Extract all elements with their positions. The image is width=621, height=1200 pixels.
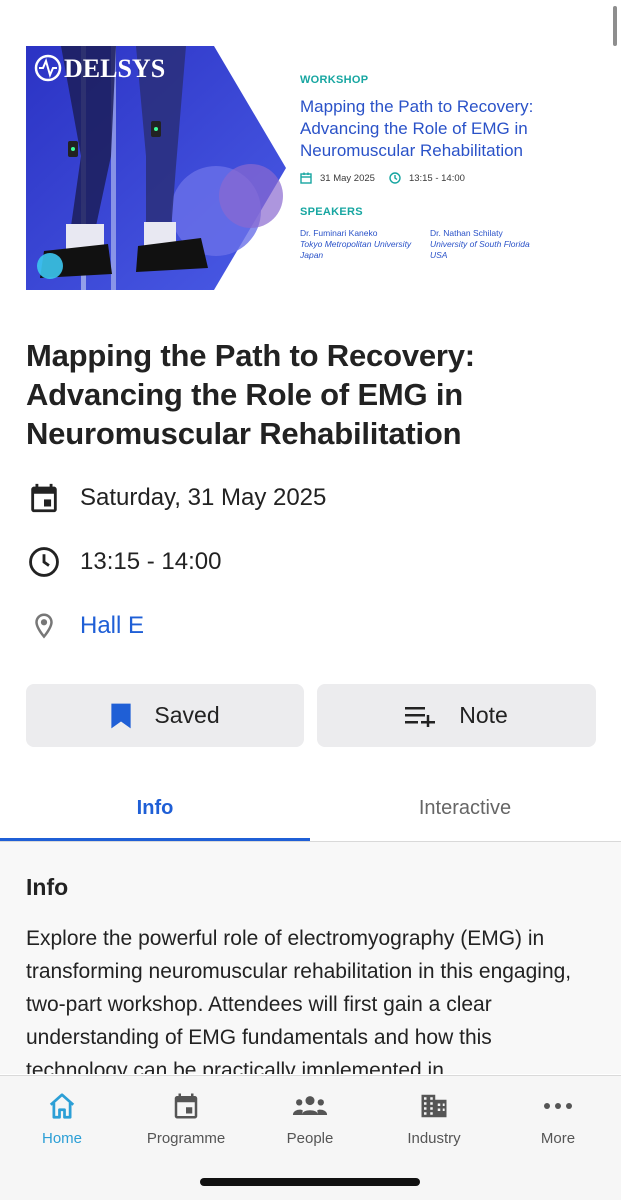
calendar-icon <box>26 480 62 516</box>
add-note-icon <box>405 705 437 727</box>
tab-info[interactable]: Info <box>0 774 310 842</box>
note-button[interactable]: Note <box>317 684 596 747</box>
nav-more[interactable]: More <box>496 1088 620 1147</box>
calendar-icon <box>300 172 312 184</box>
event-time: 13:15 - 14:00 <box>80 548 222 575</box>
bookmark-icon <box>110 702 132 730</box>
tab-interactive[interactable]: Interactive <box>310 774 620 842</box>
nav-people-label: People <box>286 1130 334 1147</box>
speaker-name: Dr. Nathan Schilaty <box>430 228 503 238</box>
banner-date: 31 May 2025 <box>320 172 375 184</box>
speaker-card: Dr. Fuminari Kaneko Tokyo Metropolitan U… <box>300 228 411 261</box>
nav-people[interactable]: People <box>248 1088 372 1147</box>
home-icon <box>44 1088 80 1124</box>
nav-programme-label: Programme <box>146 1130 226 1147</box>
speaker-country: Japan <box>300 250 324 260</box>
svg-text:DELSYS: DELSYS <box>64 54 165 83</box>
speaker-affiliation: Tokyo Metropolitan University <box>300 239 412 249</box>
people-icon <box>292 1088 328 1124</box>
nav-more-label: More <box>540 1130 576 1147</box>
nav-home[interactable]: Home <box>0 1088 124 1147</box>
event-time-row: 13:15 - 14:00 <box>26 544 221 580</box>
more-icon <box>540 1088 576 1124</box>
saved-button-label: Saved <box>154 702 220 728</box>
event-location-row[interactable]: Hall E <box>26 608 144 644</box>
speaker-affiliation: University of South Florida <box>430 239 530 249</box>
banner-photo: DELSYS <box>26 46 286 290</box>
speaker-card: Dr. Nathan Schilaty University of South … <box>430 228 530 261</box>
banner-meta: 31 May 2025 13:15 - 14:00 <box>300 172 465 184</box>
tab-bar: Info Interactive <box>0 774 621 842</box>
note-button-label: Note <box>459 702 508 728</box>
event-location-link[interactable]: Hall E <box>80 612 144 640</box>
banner-text: WORKSHOP Mapping the Path to Recovery: A… <box>300 46 597 290</box>
building-icon <box>416 1088 452 1124</box>
calendar-icon <box>168 1088 204 1124</box>
banner-speakers-label: SPEAKERS <box>300 206 363 218</box>
event-date: Saturday, 31 May 2025 <box>80 484 327 511</box>
info-description: Explore the powerful role of electromyog… <box>26 927 572 1074</box>
clock-icon <box>389 172 401 184</box>
nav-industry-label: Industry <box>407 1130 461 1147</box>
speaker-country: USA <box>430 250 448 260</box>
scrollbar[interactable] <box>613 6 617 46</box>
nav-home-label: Home <box>41 1130 82 1147</box>
event-title: Mapping the Path to Recovery: Advancing … <box>26 338 475 451</box>
info-section: Info Explore the powerful role of electr… <box>0 842 621 1074</box>
clock-icon <box>26 544 62 580</box>
nav-programme[interactable]: Programme <box>124 1088 248 1147</box>
banner-title: Mapping the Path to Recovery: Advancing … <box>300 97 534 160</box>
active-tab-indicator <box>0 838 310 841</box>
event-date-row: Saturday, 31 May 2025 <box>26 480 326 516</box>
event-banner: DELSYS WORKSHOP Mapping the Path to Reco… <box>26 46 597 290</box>
delsys-logo: DELSYS <box>34 54 165 83</box>
location-pin-icon <box>26 608 62 644</box>
info-heading: Info <box>26 874 69 900</box>
speaker-name: Dr. Fuminari Kaneko <box>300 228 378 238</box>
banner-kicker: WORKSHOP <box>300 74 369 86</box>
nav-industry[interactable]: Industry <box>372 1088 496 1147</box>
saved-button[interactable]: Saved <box>26 684 304 747</box>
banner-time: 13:15 - 14:00 <box>408 172 465 184</box>
home-indicator <box>200 1178 420 1186</box>
